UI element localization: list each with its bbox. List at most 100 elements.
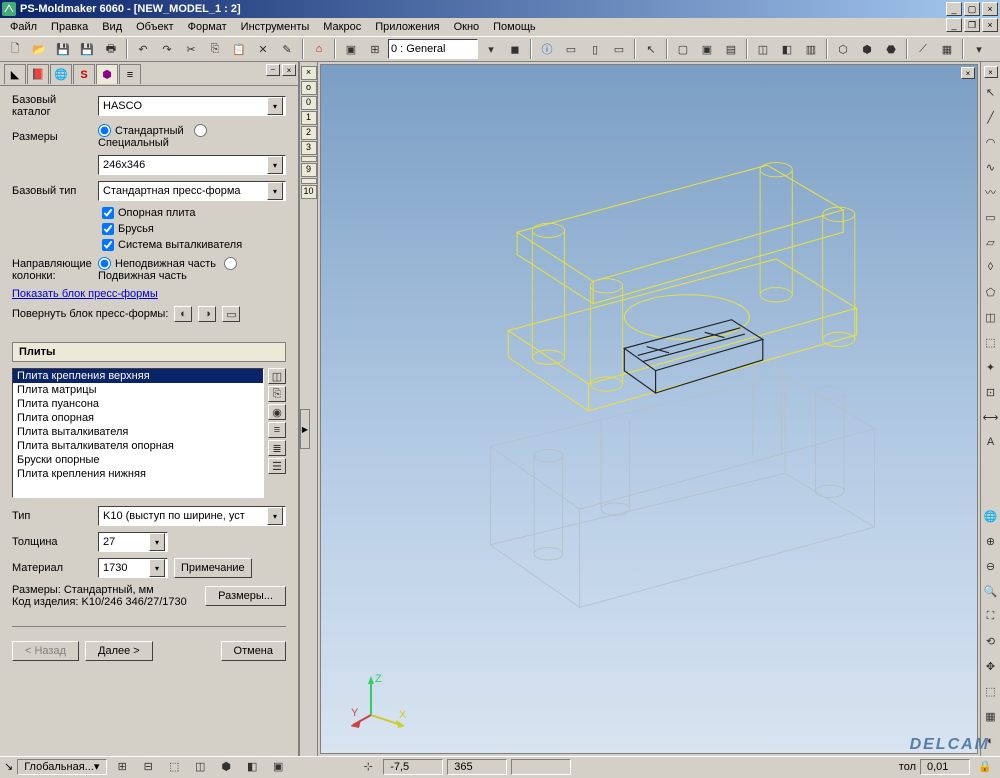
print-icon[interactable]: 🖶 — [100, 38, 122, 60]
tab-book-icon[interactable]: 📕 — [27, 64, 49, 84]
status-tool5-icon[interactable]: ⬢ — [215, 756, 237, 778]
rt-globe1-icon[interactable]: 🌐 — [980, 505, 1000, 527]
grid-icon[interactable]: ▦ — [936, 38, 958, 60]
view2-icon[interactable]: ▣ — [696, 38, 718, 60]
back-button[interactable]: < Назад — [12, 641, 79, 661]
fixed-radio[interactable]: Неподвижная часть — [98, 257, 216, 270]
solid1-icon[interactable]: ◫ — [752, 38, 774, 60]
type-combo[interactable]: K10 (выступ по ширине, уст — [98, 506, 286, 526]
dropdown-icon[interactable]: ▾ — [968, 38, 990, 60]
base-catalog-combo[interactable]: HASCO — [98, 96, 286, 116]
status-mode[interactable]: Глобальная... ▾ — [17, 759, 107, 775]
right-close-icon[interactable]: × — [984, 66, 998, 78]
status-tool6-icon[interactable]: ◧ — [241, 756, 263, 778]
rt-plane2-icon[interactable]: ◊ — [980, 256, 1000, 278]
list-item[interactable]: Бруски опорные — [13, 453, 263, 467]
rt-line-icon[interactable]: ╱ — [980, 106, 1000, 128]
rotate-right-icon[interactable]: ◑ — [198, 306, 216, 322]
layer-combo[interactable]: 0 : General — [388, 39, 478, 59]
new-icon[interactable]: 🗋 — [4, 38, 26, 60]
list-item[interactable]: Плита выталкивателя — [13, 425, 263, 439]
rt-zoom-icon[interactable]: 🔍 — [980, 580, 1000, 602]
rt-plane-icon[interactable]: ▱ — [980, 231, 1000, 253]
sizes-button[interactable]: Размеры... — [205, 586, 286, 606]
status-tool7-icon[interactable]: ▣ — [267, 756, 289, 778]
swatch-icon[interactable]: ▾ — [480, 38, 502, 60]
list-camera-icon[interactable]: ◉ — [268, 404, 286, 420]
rt-fit-icon[interactable]: ⛶ — [980, 605, 1000, 627]
size-combo[interactable]: 246x346 — [98, 155, 286, 175]
info-icon[interactable]: ⓘ — [536, 38, 558, 60]
rotate-left-icon[interactable]: ◐ — [174, 306, 192, 322]
menu-help[interactable]: Помощь — [487, 19, 542, 35]
mdi-minimize-button[interactable]: _ — [946, 18, 962, 32]
list-item[interactable]: Плита опорная — [13, 411, 263, 425]
status-xy-icon[interactable]: ⊹ — [357, 756, 379, 778]
rotate-flip-icon[interactable]: ▭ — [222, 306, 240, 322]
menu-macros[interactable]: Макрос — [317, 19, 367, 35]
rt-curve2-icon[interactable]: 〰 — [980, 181, 1000, 203]
status-tool4-icon[interactable]: ◫ — [189, 756, 211, 778]
home-icon[interactable]: ⌂ — [308, 38, 330, 60]
color-icon[interactable]: ◼ — [504, 38, 526, 60]
base-type-combo[interactable]: Стандартная пресс-форма — [98, 181, 286, 201]
iso3-icon[interactable]: ⬣ — [880, 38, 902, 60]
rt-rect-icon[interactable]: ▭ — [980, 206, 1000, 228]
plates-listbox[interactable]: Плита крепления верхняя Плита матрицы Пл… — [12, 368, 264, 498]
rt-arc-icon[interactable]: ◠ — [980, 131, 1000, 153]
menu-object[interactable]: Объект — [130, 19, 179, 35]
menu-edit[interactable]: Правка — [45, 19, 94, 35]
material-combo[interactable]: 1730 — [98, 558, 168, 578]
viewport-3d[interactable]: × — [320, 64, 978, 754]
rt-globe3-icon[interactable]: ⊖ — [980, 555, 1000, 577]
tab-mold-icon[interactable]: ⬢ — [96, 64, 118, 84]
thickness-combo[interactable]: 27 — [98, 532, 168, 552]
delete-icon[interactable]: ✕ — [252, 38, 274, 60]
list-item[interactable]: Плита пуансона — [13, 397, 263, 411]
solid3-icon[interactable]: ▥ — [800, 38, 822, 60]
mdi-close-button[interactable]: × — [982, 18, 998, 32]
rt-view-icon[interactable]: ⬚ — [980, 680, 1000, 702]
list-lines2-icon[interactable]: ≣ — [268, 440, 286, 456]
list-reorder-icon[interactable]: ◫ — [268, 368, 286, 384]
tab-wizard-icon[interactable]: ◣ — [4, 64, 26, 84]
window-icon[interactable]: ▭ — [560, 38, 582, 60]
layer-plus-icon[interactable]: ⊞ — [364, 38, 386, 60]
list-lines1-icon[interactable]: ≡ — [268, 422, 286, 438]
window2-icon[interactable]: ▯ — [584, 38, 606, 60]
window3-icon[interactable]: ▭ — [608, 38, 630, 60]
rt-rotate-icon[interactable]: ⟲ — [980, 630, 1000, 652]
ejector-check[interactable]: Система выталкивателя — [102, 239, 286, 251]
cancel-button[interactable]: Отмена — [221, 641, 286, 661]
menu-format[interactable]: Формат — [182, 19, 233, 35]
moving-radio[interactable] — [224, 257, 237, 270]
rt-globe2-icon[interactable]: ⊕ — [980, 530, 1000, 552]
layer-icon[interactable]: ▣ — [340, 38, 362, 60]
open-icon[interactable]: 📂 — [28, 38, 50, 60]
next-button[interactable]: Далее > — [85, 641, 153, 661]
status-tool3-icon[interactable]: ⬚ — [163, 756, 185, 778]
rt-feat-icon[interactable]: ⊡ — [980, 381, 1000, 403]
maximize-button[interactable]: ▢ — [964, 2, 980, 16]
status-lock-icon[interactable]: 🔒 — [974, 756, 996, 778]
note-button[interactable]: Примечание — [174, 558, 252, 578]
list-item[interactable]: Плита крепления нижняя — [13, 467, 263, 481]
status-tool2-icon[interactable]: ⊟ — [137, 756, 159, 778]
rt-wizard-icon[interactable]: ✦ — [980, 356, 1000, 378]
rt-pan-icon[interactable]: ✥ — [980, 655, 1000, 677]
iso2-icon[interactable]: ⬢ — [856, 38, 878, 60]
list-copy-icon[interactable]: ⎘ — [268, 386, 286, 402]
rt-solid-icon[interactable]: ◫ — [980, 306, 1000, 328]
undo-icon[interactable]: ↶ — [132, 38, 154, 60]
snap-icon[interactable]: ⟋ — [912, 38, 934, 60]
ruler-tick[interactable]: 1 — [301, 111, 317, 125]
ruler-close-icon[interactable]: × — [301, 66, 317, 80]
close-button[interactable]: × — [982, 2, 998, 16]
rt-solid2-icon[interactable]: ⬚ — [980, 331, 1000, 353]
tab-list-icon[interactable]: ≡ — [119, 64, 141, 84]
ruler-tick[interactable]: 3 — [301, 141, 317, 155]
saveall-icon[interactable]: 💾 — [76, 38, 98, 60]
menu-tools[interactable]: Инструменты — [235, 19, 316, 35]
ruler-tick[interactable]: 10 — [301, 185, 317, 199]
menu-file[interactable]: Файл — [4, 19, 43, 35]
